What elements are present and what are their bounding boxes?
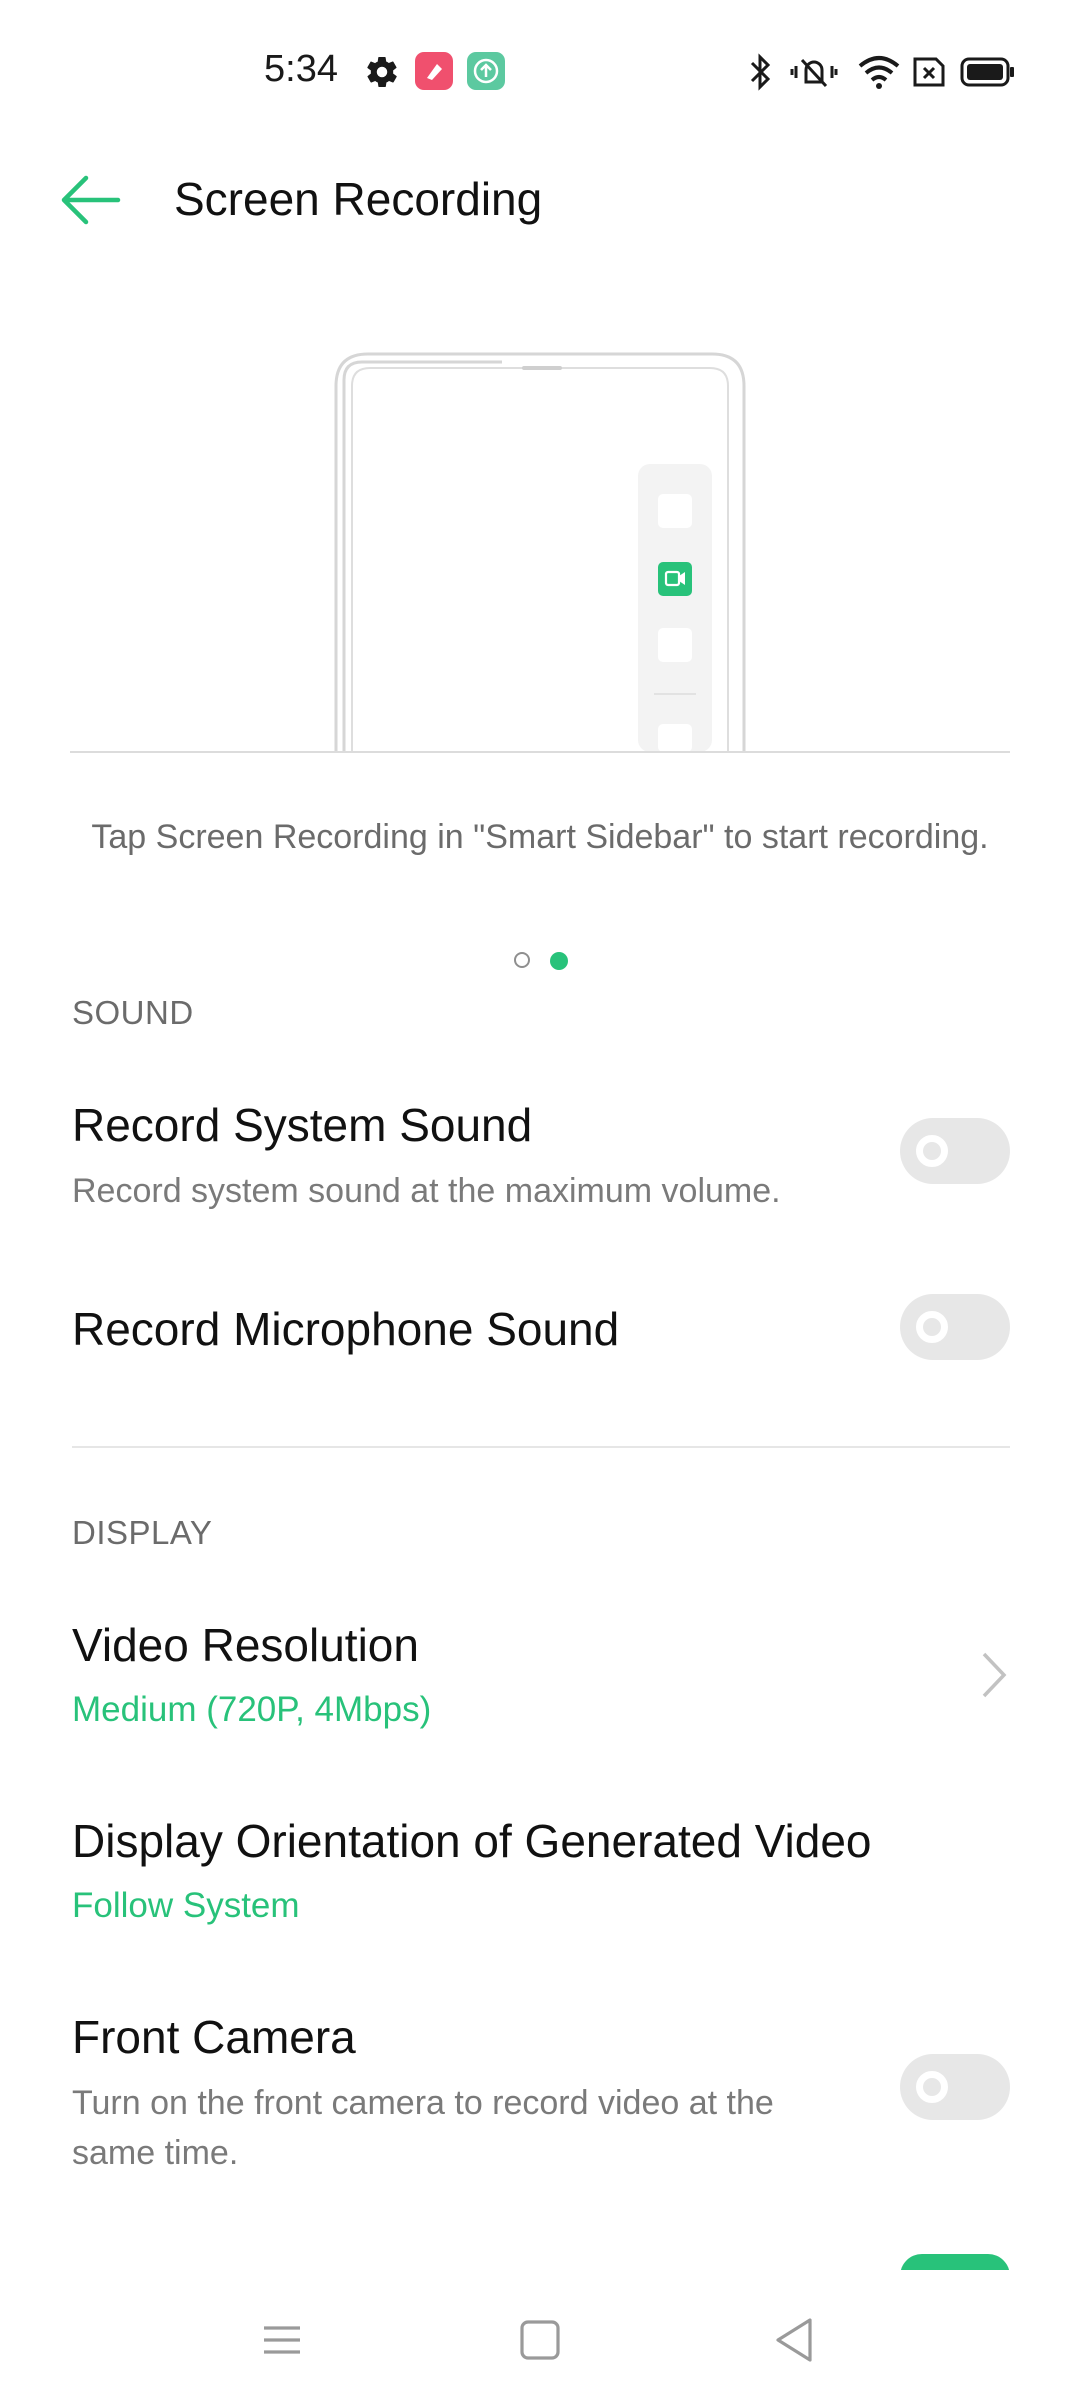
section-divider [72, 1446, 1010, 1448]
video-resolution-title[interactable]: Video Resolution [72, 1618, 419, 1672]
vibrate-icon [790, 58, 838, 88]
record-system-sound-title[interactable]: Record System Sound [72, 1098, 532, 1152]
page-indicator-dot-1[interactable] [514, 952, 530, 968]
record-microphone-sound-toggle[interactable] [900, 1294, 1010, 1360]
record-system-sound-subtitle: Record system sound at the maximum volum… [72, 1172, 781, 1210]
back-icon[interactable] [766, 2310, 826, 2370]
no-sim-icon [913, 57, 945, 87]
section-header-sound: SOUND [72, 994, 194, 1031]
record-system-sound-toggle[interactable] [900, 1118, 1010, 1184]
display-orientation-value: Follow System [72, 1886, 300, 1925]
navigation-bar [0, 2270, 1080, 2400]
front-camera-subtitle-line1: Turn on the front camera to record video… [72, 2084, 774, 2122]
status-time: 5:34 [264, 48, 338, 90]
display-orientation-title[interactable]: Display Orientation of Generated Video [72, 1814, 872, 1868]
settings-icon [367, 56, 397, 88]
toggle-knob [916, 1135, 948, 1167]
section-header-display: DISPLAY [72, 1514, 213, 1551]
front-camera-toggle[interactable] [900, 2054, 1010, 2120]
sidebar-illustration[interactable] [70, 340, 1010, 760]
chevron-right-icon[interactable] [978, 1650, 1008, 1700]
toggle-knob [916, 1311, 948, 1343]
back-arrow-icon[interactable] [58, 170, 128, 230]
wifi-icon [858, 56, 900, 89]
front-camera-title[interactable]: Front Camera [72, 2010, 356, 2064]
page-indicator-dot-2-active[interactable] [550, 952, 568, 970]
bluetooth-icon [750, 53, 771, 91]
page-title: Screen Recording [174, 173, 543, 225]
video-resolution-value: Medium (720P, 4Mbps) [72, 1690, 432, 1729]
front-camera-subtitle-line2: same time. [72, 2134, 239, 2172]
record-microphone-sound-title[interactable]: Record Microphone Sound [72, 1302, 619, 1356]
illustration-tip: Tap Screen Recording in "Smart Sidebar" … [91, 818, 989, 856]
home-icon[interactable] [510, 2310, 570, 2370]
menu-icon[interactable] [252, 2310, 312, 2370]
battery-icon [960, 57, 1014, 87]
upload-notification-icon [467, 52, 505, 90]
toggle-knob [916, 2071, 948, 2103]
app-notification-icon [415, 52, 453, 90]
